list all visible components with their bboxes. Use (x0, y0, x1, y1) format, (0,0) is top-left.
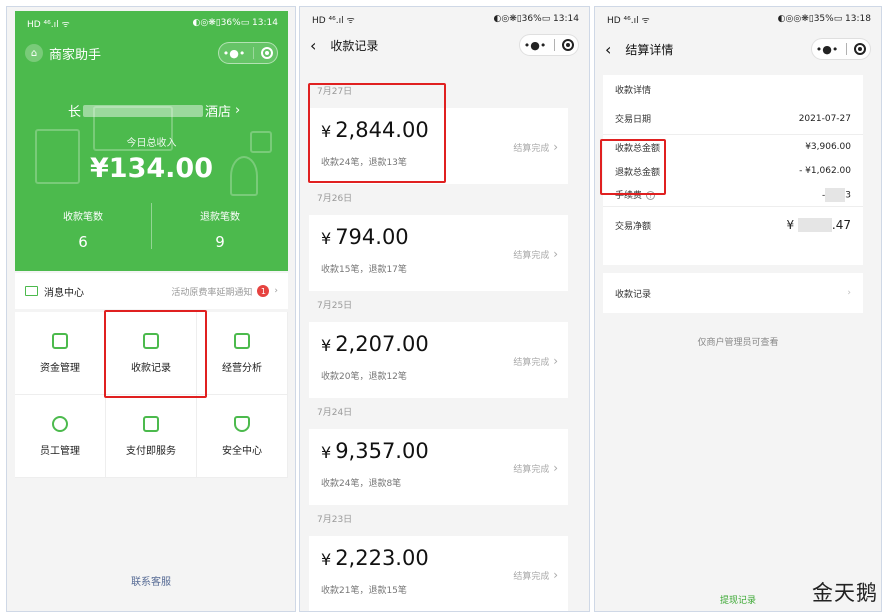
grid-payment-service[interactable]: 支付即服务 (106, 395, 197, 478)
mini-program-capsule[interactable]: •●• (218, 42, 278, 64)
status-bar: HD ⁴⁶.ıl ᯤ ◐◎◎❋▯35%▭ 13:18 (607, 14, 871, 26)
notification-badge: 1 (257, 285, 270, 297)
close-icon[interactable] (562, 39, 575, 51)
more-icon[interactable]: •●• (816, 43, 839, 56)
highlight-box (600, 139, 666, 195)
message-center-row[interactable]: 消息中心 活动原费率延期通知 1 › (15, 273, 288, 309)
wallet-icon (52, 332, 68, 349)
record-card[interactable]: ¥9,357.00 收款24笔，退款8笔 结算完成 (309, 429, 568, 505)
nav-bar: ⌂ 商家助手 •●• (15, 35, 288, 71)
redacted-text (83, 104, 204, 117)
nav-bar: ‹ 收款记录 •●• (300, 31, 589, 59)
close-icon[interactable] (261, 47, 274, 59)
settlement-detail-screen: HD ⁴⁶.ıl ᯤ ◐◎◎❋▯35%▭ 13:18 ‹ 结算详情 •●• 收款详… (594, 6, 882, 612)
mail-icon (25, 286, 38, 296)
user-icon (52, 415, 68, 432)
home-icon[interactable]: ⌂ (25, 44, 43, 62)
contact-support-link[interactable]: 联系客服 (7, 573, 295, 588)
today-income-amount: ¥134.00 (90, 153, 213, 184)
section-title: 收款详情 (615, 85, 652, 96)
highlight-box (308, 83, 446, 183)
records-link-row[interactable]: 收款记录 › (603, 273, 863, 313)
record-card[interactable]: ¥2,223.00 收款21笔，退款15笔 结算完成 (309, 536, 568, 611)
more-icon[interactable]: •●• (223, 47, 246, 60)
chevron-right-icon: › (274, 286, 278, 296)
grid-security-center[interactable]: 安全中心 (197, 395, 288, 478)
refunds-stat: 退款笔数 9 (200, 212, 240, 251)
admin-only-note: 仅商户管理员可查看 (697, 338, 779, 348)
record-card[interactable]: ¥2,207.00 收款20笔，退款12笔 结算完成 (309, 322, 568, 398)
status-bar: HD ⁴⁶.ıl ᯤ ◐◎❋▯36%▭ 13:14 (27, 18, 278, 30)
watermark: 金天鹅 (812, 581, 878, 605)
record-card[interactable]: ¥794.00 收款15笔，退款17笔 结算完成 (309, 215, 568, 291)
store-name[interactable]: 长酒店 › (68, 101, 240, 120)
merchant-home-screen: HD ⁴⁶.ıl ᯤ ◐◎❋▯36%▭ 13:14 ⌂ 商家助手 •●• 长酒店 ›… (6, 6, 296, 612)
bar-chart-icon (234, 332, 250, 349)
back-icon[interactable]: ‹ (605, 40, 611, 59)
record-date: 7月26日 (317, 194, 353, 204)
record-date: 7月24日 (317, 408, 353, 418)
net-amount-row: 交易净额 ¥ .47 (615, 217, 851, 233)
app-title: 商家助手 (49, 47, 102, 63)
record-date: 7月25日 (317, 301, 353, 311)
receipt-records-screen: HD ⁴⁶.ıl ᯤ ◐◎❋▯36%▭ 13:14 ‹ 收款记录 •●• 7月27… (299, 6, 590, 612)
shield-icon (234, 415, 250, 432)
receipts-stat: 收款笔数 6 (63, 212, 103, 251)
status-bar: HD ⁴⁶.ıl ᯤ ◐◎❋▯36%▭ 13:14 (312, 14, 579, 26)
page-title: 收款记录 (330, 38, 379, 53)
mini-program-capsule[interactable]: •●• (811, 38, 871, 60)
mini-program-capsule[interactable]: •●• (519, 34, 579, 56)
grid-fund-management[interactable]: 资金管理 (15, 312, 106, 395)
back-icon[interactable]: ‹ (310, 36, 316, 55)
page-title: 结算详情 (625, 42, 674, 57)
header-banner: HD ⁴⁶.ıl ᯤ ◐◎❋▯36%▭ 13:14 ⌂ 商家助手 •●• 长酒店 ›… (15, 11, 288, 271)
more-icon[interactable]: •●• (524, 39, 547, 52)
grid-business-analysis[interactable]: 经营分析 (197, 312, 288, 395)
record-date: 7月23日 (317, 515, 353, 525)
highlight-box (104, 310, 207, 398)
nav-bar: ‹ 结算详情 •●• (595, 31, 881, 67)
redacted-value (797, 218, 832, 233)
grid-staff-management[interactable]: 员工管理 (15, 395, 106, 478)
close-icon[interactable] (854, 43, 867, 55)
today-income-label: 今日总收入 (126, 138, 177, 149)
trade-date-row: 交易日期 2021-07-27 (603, 103, 863, 135)
user-check-icon (143, 415, 159, 432)
redacted-value (825, 187, 846, 202)
chevron-right-icon: › (847, 288, 851, 298)
chevron-right-icon: › (235, 103, 241, 118)
